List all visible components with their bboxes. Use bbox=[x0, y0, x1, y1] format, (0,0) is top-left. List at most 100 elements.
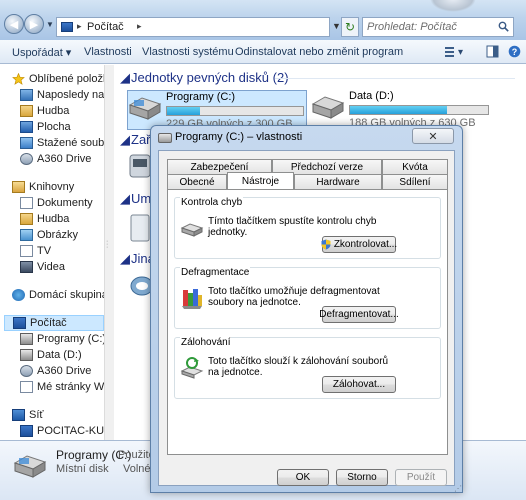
ok-button[interactable]: OK bbox=[277, 469, 329, 486]
sidebar-network[interactable]: Síť bbox=[12, 407, 114, 423]
forward-button[interactable]: ▶ bbox=[24, 14, 44, 34]
tab-label: Zabezpečení bbox=[190, 161, 249, 173]
dialog-title: Programy (C:) – vlastnosti bbox=[175, 131, 303, 143]
downloads-folder-icon bbox=[20, 137, 33, 149]
breadcrumb-computer[interactable]: Počítač bbox=[87, 21, 124, 33]
sidebar-item-label: A360 Drive bbox=[37, 153, 92, 165]
view-dropdown-icon[interactable]: ▾ bbox=[458, 47, 471, 60]
sidebar-item-a360-drive[interactable]: A360 Drive bbox=[20, 151, 114, 167]
system-properties-button[interactable]: Vlastnosti systému bbox=[142, 46, 234, 58]
disk-check-icon bbox=[180, 223, 204, 237]
view-options-icon[interactable] bbox=[444, 45, 457, 58]
sidebar-item-drive-c[interactable]: Programy (C:) bbox=[20, 331, 114, 347]
breadcrumb-arrow-icon[interactable]: ▸ bbox=[137, 21, 142, 32]
group-header-hard-drives[interactable]: Jednotky pevných disků (2) bbox=[131, 70, 289, 85]
sidebar-item-desktop[interactable]: Plocha bbox=[20, 119, 114, 135]
check-now-button[interactable]: Zkontrolovat... bbox=[321, 236, 398, 253]
sidebar-item-drive-d[interactable]: Data (D:) bbox=[20, 347, 114, 363]
sidebar-item-recent[interactable]: Naposledy navští bbox=[20, 87, 114, 103]
sidebar-item-pictures[interactable]: Obrázky bbox=[20, 227, 114, 243]
tab-tools[interactable]: Nástroje bbox=[227, 172, 294, 189]
tab-general[interactable]: Obecné bbox=[167, 174, 227, 189]
preview-pane-icon[interactable] bbox=[486, 45, 499, 58]
backup-now-button[interactable]: Zálohovat... bbox=[322, 376, 396, 393]
sidebar-item-label: Data (D:) bbox=[37, 349, 82, 361]
organize-button[interactable]: Uspořádat ▾ bbox=[12, 46, 71, 59]
sidebar-item-videos[interactable]: Videa bbox=[20, 259, 114, 275]
navigation-pane: Oblíbené položky Naposledy navští Hudba … bbox=[0, 65, 114, 440]
sidebar-item-tv[interactable]: TV bbox=[20, 243, 114, 259]
drive-name: Programy (C:) bbox=[166, 91, 236, 103]
backup-section: Zálohování Toto tlačítko slouží k záloho… bbox=[174, 337, 441, 399]
address-history-dropdown[interactable]: ▼ bbox=[332, 21, 341, 31]
sidebar-homegroup[interactable]: Domácí skupina bbox=[12, 287, 114, 303]
refresh-icon[interactable]: ↻ bbox=[341, 17, 359, 37]
properties-button[interactable]: Vlastnosti bbox=[84, 46, 132, 58]
pictures-icon bbox=[20, 229, 33, 241]
explorer-titlebar: ◀ ▶ ▼ ▸ Počítač ▸ ▼ ↻ Prohledat: Počítač bbox=[0, 0, 526, 40]
recent-places-icon bbox=[20, 89, 33, 101]
search-input[interactable]: Prohledat: Počítač bbox=[362, 17, 514, 37]
drive-icon bbox=[158, 133, 172, 143]
breadcrumb-arrow-icon[interactable]: ▸ bbox=[77, 21, 82, 32]
details-drive-type: Místní disk bbox=[56, 463, 109, 475]
tab-label: Hardware bbox=[316, 176, 360, 188]
sidebar-item-network-pc[interactable]: POCITAC-KUCH bbox=[20, 423, 114, 439]
sidebar-item-label: Oblíbené položky bbox=[29, 73, 114, 85]
sidebar-item-library-music[interactable]: Hudba bbox=[20, 211, 114, 227]
group-collapse-icon[interactable]: ◢ bbox=[120, 132, 130, 148]
sidebar-item-music[interactable]: Hudba bbox=[20, 103, 114, 119]
drive-tile-d[interactable]: Data (D:) 188 GB volných z 630 GB bbox=[311, 90, 501, 130]
section-description: Toto tlačítko umožňuje defragmentovat so… bbox=[208, 286, 380, 308]
sidebar-item-label: Obrázky bbox=[37, 229, 78, 241]
tab-quota[interactable]: Kvóta bbox=[382, 159, 448, 174]
drive-usage-fill bbox=[167, 107, 200, 115]
uninstall-program-button[interactable]: Odinstalovat nebo změnit program bbox=[235, 46, 403, 58]
music-icon bbox=[20, 213, 33, 225]
sidebar-item-label: Videa bbox=[37, 261, 65, 273]
address-bar[interactable]: ▸ Počítač ▸ bbox=[56, 17, 330, 37]
scrollbar-grip-icon[interactable]: · · · bbox=[106, 238, 108, 251]
sidebar-item-label: A360 Drive bbox=[37, 365, 92, 377]
search-icon[interactable] bbox=[498, 21, 509, 32]
button-label: Použít bbox=[406, 472, 436, 483]
drive-tile-c[interactable]: Programy (C:) 229 GB volných z 300 GB bbox=[127, 90, 307, 130]
navigation-scrollbar[interactable] bbox=[104, 65, 114, 440]
sidebar-item-label: Počítač bbox=[30, 317, 67, 329]
sidebar-item-label: Síť bbox=[29, 409, 44, 421]
tv-folder-icon bbox=[20, 245, 33, 257]
back-button[interactable]: ◀ bbox=[4, 14, 24, 34]
sidebar-favorites[interactable]: Oblíbené položky bbox=[12, 71, 114, 87]
group-collapse-icon[interactable]: ◢ bbox=[120, 251, 130, 267]
sidebar-item-label: POCITAC-KUCH bbox=[37, 425, 114, 437]
recent-pages-dropdown[interactable]: ▼ bbox=[46, 20, 54, 29]
apply-button[interactable]: Použít bbox=[395, 469, 447, 486]
sidebar-item-documents[interactable]: Dokumenty bbox=[20, 195, 114, 211]
computer-icon bbox=[61, 22, 73, 32]
resize-grip-icon[interactable]: ⋰ bbox=[454, 484, 462, 493]
group-collapse-icon[interactable]: ◢ bbox=[120, 191, 130, 207]
close-button[interactable]: ✕ bbox=[412, 128, 454, 144]
desktop-icon bbox=[20, 121, 33, 133]
group-divider bbox=[275, 78, 515, 79]
tab-label: Předchozí verze bbox=[290, 161, 364, 173]
defragment-now-button[interactable]: Defragmentovat... bbox=[319, 306, 399, 323]
drive-usage-fill bbox=[350, 106, 447, 114]
button-label: Zkontrolovat... bbox=[333, 239, 398, 250]
help-icon[interactable]: ? bbox=[508, 45, 521, 58]
error-checking-section: Kontrola chyb Tímto tlačítkem spustíte k… bbox=[174, 197, 441, 259]
sidebar-item-a360-drive-computer[interactable]: A360 Drive bbox=[20, 363, 114, 379]
star-icon bbox=[12, 73, 25, 85]
sidebar-computer[interactable]: Počítač bbox=[4, 315, 104, 331]
group-collapse-icon[interactable]: ◢ bbox=[120, 70, 130, 86]
sidebar-item-label: Plocha bbox=[37, 121, 71, 133]
sidebar-item-downloads[interactable]: Stažené soubory bbox=[20, 135, 114, 151]
sidebar-libraries[interactable]: Knihovny bbox=[12, 179, 114, 195]
tab-hardware[interactable]: Hardware bbox=[294, 174, 382, 189]
sidebar-item-web-pages[interactable]: Mé stránky WWW bbox=[20, 379, 114, 395]
cancel-button[interactable]: Storno bbox=[336, 469, 388, 486]
tab-sharing[interactable]: Sdílení bbox=[382, 174, 448, 189]
tab-label: Obecné bbox=[179, 176, 215, 188]
device-icon bbox=[129, 154, 151, 178]
network-icon bbox=[12, 409, 25, 421]
